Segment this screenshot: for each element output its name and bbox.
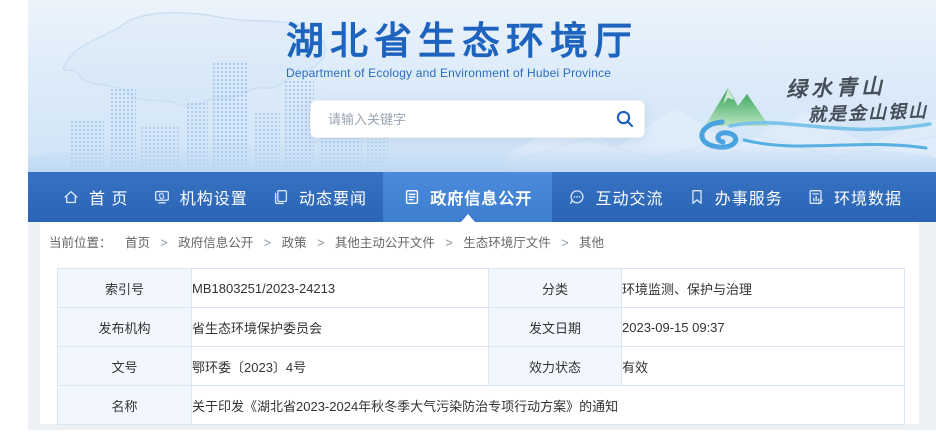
nav-item-label: 政府信息公开	[430, 185, 532, 209]
content-card: 当前位置： 首页 > 政府信息公开 > 政策 > 其他主动公开文件 > 生态环境…	[40, 222, 919, 424]
nav-item-gov-info[interactable]: 政府信息公开	[383, 172, 552, 222]
table-row: 名称 关于印发《湖北省2023-2024年秋冬季大气污染防治专项行动方案》的通知	[58, 386, 905, 425]
value-cell-index: MB1803251/2023-24213	[192, 269, 489, 308]
table-row: 发布机构 省生态环境保护委员会 发文日期 2023-09-15 09:37	[58, 308, 905, 347]
breadcrumb-separator: >	[317, 236, 324, 250]
label-cell-validity: 效力状态	[489, 347, 622, 386]
org-icon	[153, 188, 171, 206]
content-region: 当前位置： 首页 > 政府信息公开 > 政策 > 其他主动公开文件 > 生态环境…	[28, 222, 936, 430]
breadcrumb-separator: >	[561, 236, 568, 250]
nav-item-label: 首 页	[89, 185, 128, 209]
value-cell-docno: 鄂环委〔2023〕4号	[192, 347, 489, 386]
search-box	[310, 100, 645, 138]
news-icon	[272, 188, 290, 206]
nav-item-services[interactable]: 办事服务	[680, 172, 791, 222]
breadcrumb-prefix: 当前位置：	[49, 236, 112, 250]
bookmark-icon	[688, 188, 706, 206]
breadcrumb-link-other[interactable]: 其他	[579, 236, 604, 250]
breadcrumb-link-dept-docs[interactable]: 生态环境厅文件	[463, 236, 551, 250]
nav-item-label: 动态要闻	[299, 185, 367, 209]
label-cell-org: 发布机构	[58, 308, 192, 347]
nav-item-env-data[interactable]: 环境数据	[799, 172, 910, 222]
table-row: 文号 鄂环委〔2023〕4号 效力状态 有效	[58, 347, 905, 386]
breadcrumb: 当前位置： 首页 > 政府信息公开 > 政策 > 其他主动公开文件 > 生态环境…	[40, 222, 919, 251]
value-cell-org: 省生态环境保护委员会	[192, 308, 489, 347]
breadcrumb-link-policy[interactable]: 政策	[282, 236, 307, 250]
search-icon	[615, 109, 635, 129]
home-icon	[62, 188, 80, 206]
nav-item-label: 互动交流	[595, 185, 663, 209]
nav-item-label: 环境数据	[834, 185, 902, 209]
table-row: 索引号 MB1803251/2023-24213 分类 环境监测、保护与治理	[58, 269, 905, 308]
value-cell-category: 环境监测、保护与治理	[622, 269, 905, 308]
info-table: 索引号 MB1803251/2023-24213 分类 环境监测、保护与治理 发…	[57, 268, 905, 425]
site-subtitle-en: Department of Ecology and Environment of…	[286, 66, 638, 80]
breadcrumb-separator: >	[161, 236, 168, 250]
label-cell-category: 分类	[489, 269, 622, 308]
gov-info-icon	[403, 188, 421, 206]
nav-item-interaction[interactable]: 互动交流	[560, 172, 671, 222]
search-button[interactable]	[606, 101, 644, 137]
nav-item-label: 办事服务	[715, 185, 783, 209]
breadcrumb-link-home[interactable]: 首页	[125, 236, 150, 250]
site-title: 湖北省生态环境厅	[286, 20, 638, 62]
value-cell-name: 关于印发《湖北省2023-2024年秋冬季大气污染防治专项行动方案》的通知	[192, 386, 905, 425]
brand: 湖北省生态环境厅 Department of Ecology and Envir…	[286, 20, 638, 80]
label-cell-docno: 文号	[58, 347, 192, 386]
value-cell-validity: 有效	[622, 347, 905, 386]
nav-item-home[interactable]: 首 页	[54, 172, 136, 222]
breadcrumb-link-other-public-docs[interactable]: 其他主动公开文件	[335, 236, 435, 250]
nav-item-org[interactable]: 机构设置	[145, 172, 256, 222]
site-header: 湖北省生态环境厅 Department of Ecology and Envir…	[28, 0, 936, 172]
data-icon	[807, 188, 825, 206]
nav-item-news[interactable]: 动态要闻	[264, 172, 375, 222]
label-cell-name: 名称	[58, 386, 192, 425]
nav-item-label: 机构设置	[180, 185, 248, 209]
search-input[interactable]	[311, 112, 606, 127]
breadcrumb-link-gov-info[interactable]: 政府信息公开	[178, 236, 253, 250]
label-cell-date: 发文日期	[489, 308, 622, 347]
header-wave-band	[28, 146, 936, 172]
page: 湖北省生态环境厅 Department of Ecology and Envir…	[0, 0, 936, 433]
breadcrumb-separator: >	[445, 236, 452, 250]
label-cell-index: 索引号	[58, 269, 192, 308]
chat-icon	[568, 188, 586, 206]
value-cell-date: 2023-09-15 09:37	[622, 308, 905, 347]
breadcrumb-separator: >	[264, 236, 271, 250]
main-nav: 首 页 机构设置 动态要闻	[28, 172, 936, 222]
